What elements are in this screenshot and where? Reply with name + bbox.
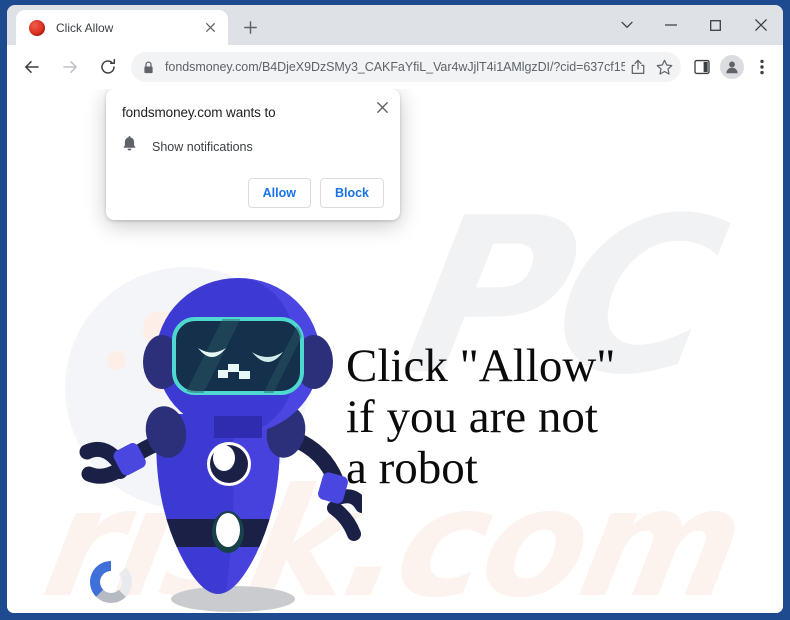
close-icon xyxy=(754,19,767,31)
block-button[interactable]: Block xyxy=(319,178,384,208)
reload-button[interactable] xyxy=(93,52,123,82)
minimize-button[interactable] xyxy=(648,8,693,42)
red-circle-favicon-icon xyxy=(29,19,45,36)
arrow-right-icon xyxy=(63,61,77,73)
reload-icon xyxy=(101,58,116,74)
chrome-shell: Click Allow fondsmoney.com/B4DjeX9DzSMy3… xyxy=(7,5,783,613)
headline-line-3: a robot xyxy=(346,442,478,494)
headline-line-1: Click "Allow" xyxy=(346,340,616,392)
window-controls xyxy=(606,5,783,45)
notification-permission-dialog: fondsmoney.com wants to Show notificatio… xyxy=(106,89,400,220)
close-icon xyxy=(376,101,388,113)
tab-close-icon[interactable] xyxy=(201,19,219,37)
plus-icon xyxy=(243,20,257,34)
arrow-left-icon xyxy=(25,61,39,73)
browser-window: Click Allow fondsmoney.com/B4DjeX9DzSMy3… xyxy=(0,0,790,620)
dialog-title: fondsmoney.com wants to xyxy=(122,105,276,120)
chrome-menu-button[interactable] xyxy=(748,53,776,81)
captcha-c-logo-icon xyxy=(89,561,133,604)
dialog-actions: Allow Block xyxy=(122,178,384,208)
browser-toolbar: fondsmoney.com/B4DjeX9DzSMy3_CAKFaYfiL_V… xyxy=(7,45,783,89)
dialog-close-button[interactable] xyxy=(373,98,391,116)
page-headline: Click "Allow" if you are not a robot xyxy=(346,341,615,494)
bookmark-star-icon[interactable] xyxy=(651,54,677,80)
page-viewport: PC risk.com Click "Allow" if you are not… xyxy=(7,89,783,613)
tab-strip: Click Allow xyxy=(7,5,783,45)
permission-row: Show notifications xyxy=(122,136,384,158)
permission-label: Show notifications xyxy=(152,140,253,154)
browser-tab[interactable]: Click Allow xyxy=(16,10,228,45)
bell-icon xyxy=(122,136,137,158)
side-panel-icon xyxy=(694,59,710,75)
headline-line-2: if you are not xyxy=(346,391,598,443)
allow-button[interactable]: Allow xyxy=(247,178,311,208)
profile-avatar-icon xyxy=(720,55,744,79)
new-tab-button[interactable] xyxy=(236,13,264,41)
url-text: fondsmoney.com/B4DjeX9DzSMy3_CAKFaYfiL_V… xyxy=(165,60,625,74)
share-icon[interactable] xyxy=(625,54,651,80)
address-bar[interactable]: fondsmoney.com/B4DjeX9DzSMy3_CAKFaYfiL_V… xyxy=(131,52,681,82)
maximize-icon xyxy=(710,19,721,31)
lock-icon xyxy=(143,60,154,74)
profile-button[interactable] xyxy=(718,53,746,81)
ecaptcha-logo: E-CAPTCHA xyxy=(79,557,143,613)
minimize-icon xyxy=(664,24,677,26)
maximize-button[interactable] xyxy=(693,8,738,42)
tab-title: Click Allow xyxy=(56,20,114,35)
back-button[interactable] xyxy=(17,52,47,82)
tab-search-chevron-button[interactable] xyxy=(606,8,648,42)
chevron-down-icon xyxy=(621,21,633,28)
three-dot-menu-icon xyxy=(760,59,764,75)
side-panel-button[interactable] xyxy=(688,53,716,81)
forward-button[interactable] xyxy=(55,52,85,82)
close-window-button[interactable] xyxy=(738,8,783,42)
